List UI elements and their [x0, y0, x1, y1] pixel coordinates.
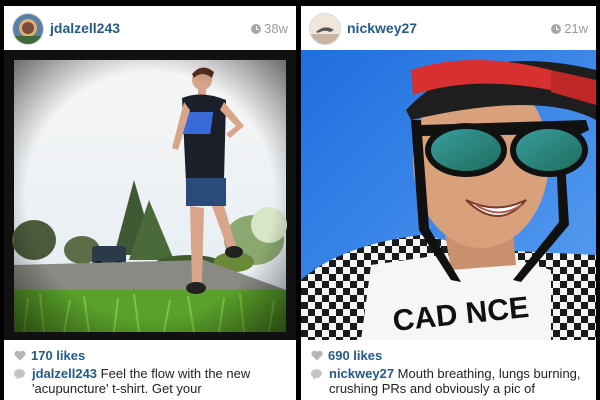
time-ago: 38w	[251, 21, 288, 36]
username[interactable]: jdalzell243	[50, 20, 120, 36]
clock-icon	[251, 23, 262, 34]
username[interactable]: nickwey27	[347, 20, 417, 36]
post-card-2: nickwey27 21w CAD NCE 690 likes nickwey2…	[301, 6, 596, 400]
heart-icon	[311, 350, 323, 361]
caption-row: jdalzell243 Feel the flow with the new '…	[14, 366, 288, 396]
comment-bubble-icon	[311, 369, 322, 380]
caption: jdalzell243 Feel the flow with the new '…	[32, 366, 288, 396]
time-ago: 21w	[551, 21, 588, 36]
time-ago-text: 38w	[264, 21, 288, 36]
post-photo[interactable]: CAD NCE	[301, 50, 596, 340]
comment-bubble-icon	[14, 369, 25, 380]
caption-username[interactable]: nickwey27	[329, 366, 394, 381]
time-ago-text: 21w	[564, 21, 588, 36]
avatar[interactable]	[12, 13, 44, 45]
post-footer: 690 likes nickwey27 Mouth breathing, lun…	[301, 340, 596, 400]
caption-row: nickwey27 Mouth breathing, lungs burning…	[311, 366, 588, 396]
post-footer: 170 likes jdalzell243 Feel the flow with…	[4, 340, 296, 400]
heart-icon	[14, 350, 26, 361]
likes-count[interactable]: 690 likes	[328, 348, 382, 363]
likes-count[interactable]: 170 likes	[31, 348, 85, 363]
clock-icon	[551, 23, 562, 34]
post-header: jdalzell243 38w	[4, 6, 296, 50]
post-card-1: jdalzell243 38w 170 likes jdalzell243 Fe…	[4, 6, 296, 400]
post-photo[interactable]	[4, 50, 296, 340]
avatar[interactable]	[309, 13, 341, 45]
likes-row[interactable]: 690 likes	[311, 348, 382, 363]
caption: nickwey27 Mouth breathing, lungs burning…	[329, 366, 588, 396]
caption-username[interactable]: jdalzell243	[32, 366, 97, 381]
post-header: nickwey27 21w	[301, 6, 596, 50]
likes-row[interactable]: 170 likes	[14, 348, 85, 363]
